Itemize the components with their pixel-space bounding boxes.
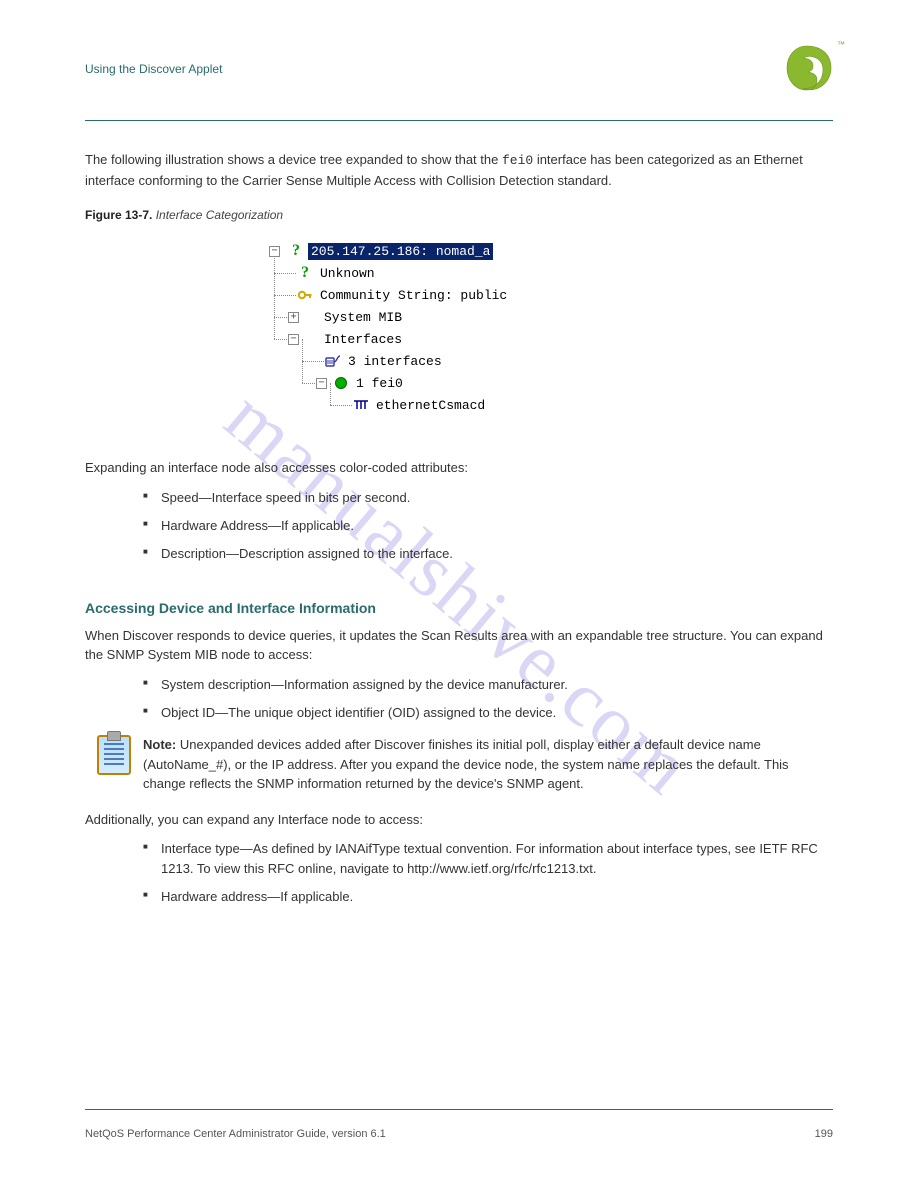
tree-node-unknown[interactable]: ? Unknown: [269, 262, 649, 284]
footer-rule: [85, 1109, 833, 1110]
accessing-para: When Discover responds to device queries…: [85, 626, 833, 665]
bullet-text: Hardware address—If applicable.: [161, 889, 353, 904]
tree-node-community[interactable]: Community String: public: [269, 284, 649, 306]
trademark-symbol: ™: [837, 40, 845, 49]
status-up-icon: [335, 377, 347, 389]
bullet-item: System description—Information assigned …: [143, 675, 833, 695]
collapse-icon[interactable]: −: [288, 334, 299, 345]
ethernet-icon: [353, 397, 369, 413]
question-icon: ?: [288, 243, 304, 259]
swirl-logo-icon: [781, 42, 833, 94]
tree-node-systemmib[interactable]: + System MIB: [269, 306, 649, 328]
header-title: Using the Discover Applet: [85, 62, 222, 76]
tree-root-label[interactable]: 205.147.25.186: nomad_a: [308, 243, 493, 260]
tree-view: − ? 205.147.25.186: nomad_a ? Unknown Co…: [269, 240, 649, 430]
figure-caption: Figure 13-7. Interface Categorization: [85, 208, 833, 222]
bullet-item: Hardware Address—If applicable.: [143, 516, 833, 536]
key-icon: [297, 287, 313, 303]
tree-node-ifcount[interactable]: 3 interfaces: [269, 350, 649, 372]
tree-node-interfaces[interactable]: − Interfaces: [269, 328, 649, 350]
collapse-icon[interactable]: −: [316, 378, 327, 389]
after-figure-text: Expanding an interface node also accesse…: [85, 460, 468, 475]
note-label: Note:: [143, 737, 176, 752]
bullet-text: System description—Information assigned …: [161, 677, 568, 692]
bullet-list-1: Speed—Interface speed in bits per second…: [143, 488, 833, 564]
bullet-item: Object ID—The unique object identifier (…: [143, 703, 833, 723]
tree-node-root[interactable]: − ? 205.147.25.186: nomad_a: [269, 240, 649, 262]
note-text-wrap: Note: Unexpanded devices added after Dis…: [143, 735, 833, 794]
interface-count-icon: [325, 353, 341, 369]
bullet-item: Hardware address—If applicable.: [143, 887, 833, 907]
bullet-text: Object ID—The unique object identifier (…: [161, 705, 556, 720]
intro-paragraph: The following illustration shows a devic…: [85, 150, 833, 190]
note-body: Unexpanded devices added after Discover …: [143, 737, 789, 791]
page: manualshive.com Using the Discover Apple…: [0, 0, 918, 1188]
subheading: Accessing Device and Interface Informati…: [85, 600, 833, 616]
tree-node-fei0[interactable]: − 1 fei0: [269, 372, 649, 394]
clipboard-note-icon: [97, 735, 131, 775]
bullet-item: Interface type—As defined by IANAifType …: [143, 839, 833, 879]
page-footer: NetQoS Performance Center Administrator …: [85, 1128, 833, 1140]
tree-label: ethernetCsmacd: [373, 397, 488, 414]
bullet-text: Hardware Address—If applicable.: [161, 518, 354, 533]
bullet-text: Interface type—As defined by IANAifType …: [161, 841, 818, 876]
bullet-list-2: System description—Information assigned …: [143, 675, 833, 723]
header-rule: [85, 120, 833, 121]
bullet-text: Speed—Interface speed in bits per second…: [161, 490, 410, 505]
tree-node-ethernet[interactable]: ethernetCsmacd: [269, 394, 649, 416]
accessing-text: When Discover responds to device queries…: [85, 628, 823, 663]
tree-label: Community String: public: [317, 287, 510, 304]
tree-label: 3 interfaces: [345, 353, 445, 370]
accessing-para-2: Additionally, you can expand any Interfa…: [85, 810, 833, 830]
footer-right: 199: [815, 1128, 833, 1140]
figure-number: Figure 13-7.: [85, 208, 152, 222]
question-icon: ?: [297, 265, 313, 281]
intro-code-1: fei0: [502, 153, 533, 168]
figure-title: Interface Categorization: [156, 208, 283, 222]
expand-icon[interactable]: +: [288, 312, 299, 323]
bullet-list-3: Interface type—As defined by IANAifType …: [143, 839, 833, 907]
tree-label: System MIB: [321, 309, 405, 326]
tree-label: Interfaces: [321, 331, 405, 348]
bullet-item: Description—Description assigned to the …: [143, 544, 833, 564]
collapse-icon[interactable]: −: [269, 246, 280, 257]
tree-label: Unknown: [317, 265, 378, 282]
tree-label: 1 fei0: [353, 375, 406, 392]
bullet-text: Description—Description assigned to the …: [161, 546, 453, 561]
note-block: Note: Unexpanded devices added after Dis…: [97, 735, 833, 794]
after-figure-para: Expanding an interface node also accesse…: [85, 458, 833, 478]
page-content: The following illustration shows a devic…: [85, 150, 833, 916]
footer-left: NetQoS Performance Center Administrator …: [85, 1128, 386, 1140]
intro-text-1: The following illustration shows a devic…: [85, 152, 502, 167]
accessing-text-2: Additionally, you can expand any Interfa…: [85, 812, 423, 827]
bullet-item: Speed—Interface speed in bits per second…: [143, 488, 833, 508]
page-header: Using the Discover Applet ™: [85, 60, 833, 78]
